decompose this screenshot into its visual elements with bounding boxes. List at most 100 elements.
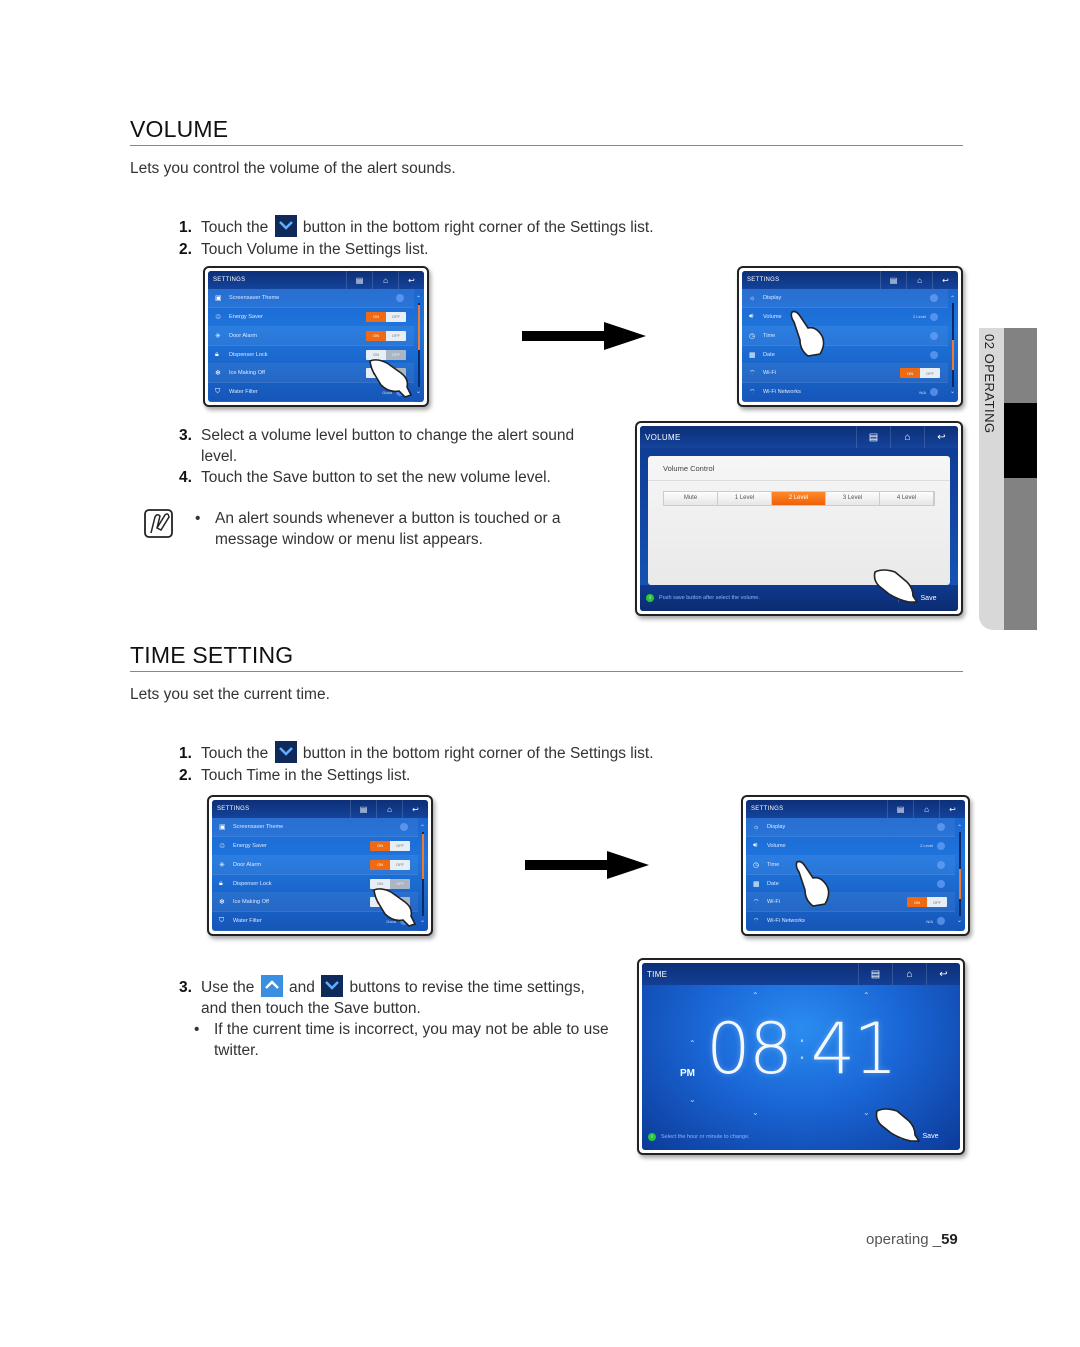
toggle-off[interactable]: OFF (920, 368, 940, 379)
time-step-3: 3. Use the and buttons to revise the time… (179, 975, 629, 1019)
clock-icon: ◷ (749, 332, 756, 340)
scrollbar[interactable]: ⌃ ⌄ (957, 824, 963, 925)
door-alarm-icon: ✳ (215, 332, 221, 340)
toggle-on[interactable]: ON (900, 368, 920, 379)
chevron-right-icon (930, 388, 938, 397)
back-icon[interactable]: ↩ (926, 963, 960, 986)
ampm-value[interactable]: PM (680, 1068, 695, 1079)
chevron-right-icon (930, 294, 938, 303)
settings-row-label: Date (767, 880, 779, 887)
memo-icon[interactable]: ▤ (887, 800, 913, 819)
settings-row[interactable]: 🔊︎ Volume 2 Level (746, 837, 955, 856)
settings-row[interactable]: ◷ Time (746, 855, 955, 875)
on-off-toggle[interactable]: ONOFF (900, 368, 940, 379)
settings-row[interactable]: ⌔ Wi-Fi Networks N/A (746, 912, 955, 931)
volume-level-button[interactable]: 3 Level (826, 491, 880, 505)
home-icon[interactable]: ⌂ (372, 271, 398, 290)
on-off-toggle[interactable]: ONOFF (366, 311, 406, 322)
hour-up-button[interactable]: ⌃ (752, 991, 759, 1000)
settings-row[interactable]: ⌔ Wi-Fi Networks N/A (742, 383, 948, 402)
hour-down-button[interactable]: ⌄ (752, 1108, 759, 1117)
settings-row[interactable]: ♲ Energy Saver ON OFF (208, 308, 414, 327)
back-icon[interactable]: ↩ (398, 271, 424, 290)
home-icon[interactable]: ⌂ (913, 800, 939, 819)
scrollbar[interactable]: ⌃ ⌄ (950, 295, 956, 396)
memo-icon[interactable]: ▤ (856, 426, 890, 449)
toggle-on[interactable]: ON (366, 311, 386, 322)
memo-icon[interactable]: ▤ (346, 271, 372, 290)
on-off-toggle[interactable]: ONOFF (366, 330, 406, 341)
time-step-1: 1. Touch the button in the bottom right c… (179, 741, 654, 764)
chevron-right-icon (937, 823, 945, 832)
on-off-toggle[interactable]: ONOFF (907, 897, 947, 908)
back-icon[interactable]: ↩ (924, 426, 958, 449)
ampm-down-button[interactable]: ⌄ (689, 1095, 696, 1104)
settings-row[interactable]: ⌔ Wi-Fi ON OFF (746, 893, 955, 913)
energy-saver-icon: ♲ (219, 842, 226, 850)
on-off-toggle[interactable]: ONOFF (370, 859, 410, 870)
volume-level-button[interactable]: 4 Level (880, 491, 934, 505)
settings-row[interactable]: ✳ Door Alarm ON OFF (212, 855, 418, 875)
settings-row-label: Screensaver Theme (233, 824, 284, 831)
settings-row[interactable]: 🔊︎ Volume 2 Level (742, 308, 948, 327)
settings-row[interactable]: ✳ Door Alarm ON OFF (208, 326, 414, 346)
volume-level-button[interactable]: Mute (664, 491, 718, 505)
memo-icon[interactable]: ▤ (350, 800, 376, 819)
toggle-off[interactable]: OFF (386, 330, 406, 341)
toggle-on[interactable]: ON (907, 897, 927, 908)
door-alarm-icon: ✳ (219, 861, 225, 869)
lock-icon: 🔒︎ (215, 350, 219, 358)
on-off-toggle[interactable]: ONOFF (370, 840, 410, 851)
back-icon[interactable]: ↩ (932, 271, 958, 290)
settings-row-label: Energy Saver (229, 313, 263, 320)
settings-row-value: N/A (926, 918, 933, 924)
home-icon[interactable]: ⌂ (376, 800, 402, 819)
touch-hand-icon (873, 569, 919, 603)
home-icon[interactable]: ⌂ (890, 426, 924, 449)
info-icon: i (648, 1132, 656, 1141)
toggle-on[interactable]: ON (366, 330, 386, 341)
toggle-off[interactable]: OFF (927, 897, 947, 908)
settings-row-label: Display (767, 824, 786, 831)
toggle-on[interactable]: ON (370, 840, 390, 851)
home-icon[interactable]: ⌂ (906, 271, 932, 290)
memo-icon[interactable]: ▤ (858, 963, 892, 986)
settings-row[interactable]: ◷ Time (742, 326, 948, 346)
toggle-off[interactable]: OFF (386, 311, 406, 322)
settings-row[interactable]: ☼ Display (746, 818, 955, 838)
screen-title: SETTINGS (217, 806, 250, 813)
settings-row[interactable]: ▣ Screensaver Theme (212, 818, 418, 838)
toggle-on[interactable]: ON (370, 859, 390, 870)
settings-row[interactable]: ♲ Energy Saver ON OFF (212, 837, 418, 856)
settings-row[interactable]: ▦ Date (746, 875, 955, 894)
chapter-label: 02 OPERATING (982, 334, 997, 434)
volume-level-button[interactable]: 2 Level (772, 491, 826, 505)
wifi-icon: ⌔ (749, 388, 756, 396)
minute-down-button[interactable]: ⌄ (863, 1108, 870, 1117)
toggle-off[interactable]: OFF (390, 840, 410, 851)
home-icon[interactable]: ⌂ (892, 963, 926, 986)
chevron-up-button-icon (260, 975, 283, 997)
memo-icon[interactable]: ▤ (880, 271, 906, 290)
display-icon: ☼ (749, 294, 756, 302)
minute-up-button[interactable]: ⌃ (863, 991, 870, 1000)
page-footer: operating _59 (866, 1231, 958, 1248)
settings-row-label: Dispenser Lock (229, 351, 268, 358)
settings-row[interactable]: ⌔ Wi-Fi ON OFF (742, 364, 948, 384)
settings-row-label: Dispenser Lock (233, 880, 272, 887)
minute-value[interactable]: 41 (811, 1008, 898, 1090)
back-icon[interactable]: ↩ (939, 800, 965, 819)
hour-value[interactable]: 08 (706, 1008, 793, 1090)
toggle-off[interactable]: OFF (390, 859, 410, 870)
settings-row-label: Ice Making Off (229, 370, 265, 377)
lock-icon: 🔒︎ (219, 879, 223, 887)
chevron-right-icon (930, 331, 938, 340)
back-icon[interactable]: ↩ (402, 800, 428, 819)
volume-level-button[interactable]: 1 Level (718, 491, 772, 505)
settings-row[interactable]: ▦ Date (742, 346, 948, 365)
settings-row[interactable]: ☼ Display (742, 289, 948, 309)
time-heading: TIME SETTING (130, 642, 294, 668)
settings-row[interactable]: ▣ Screensaver Theme (208, 289, 414, 309)
screensaver-icon: ▣ (219, 824, 226, 832)
chevron-right-icon (400, 823, 408, 832)
